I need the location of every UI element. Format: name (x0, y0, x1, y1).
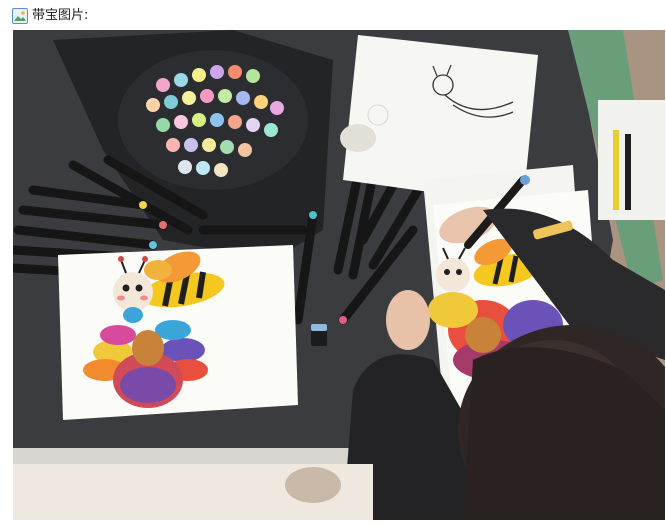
artwork-photo (13, 30, 665, 520)
post-header: 带宝图片: (12, 6, 88, 26)
image-icon (12, 8, 28, 24)
post-label: 带宝图片: (32, 8, 89, 23)
drawing-paper (58, 245, 298, 420)
artwork-photo-illustration (13, 30, 665, 520)
